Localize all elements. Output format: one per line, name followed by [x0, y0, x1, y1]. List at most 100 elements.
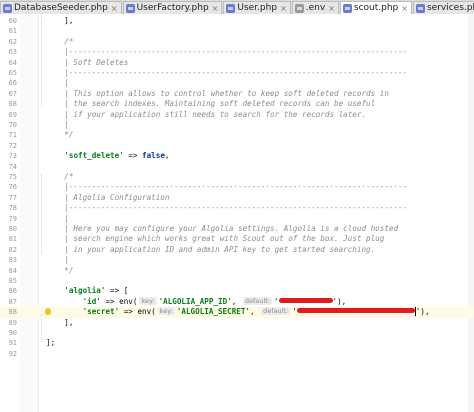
code-line[interactable]: 63 |------------------------------------… — [0, 47, 474, 57]
code-line[interactable]: 89 ], — [0, 318, 474, 328]
indent-guide — [41, 314, 42, 342]
code-token: | This option allows to control whether … — [46, 88, 389, 98]
code-token: ], — [46, 16, 74, 25]
parameter-hint: default: — [261, 307, 291, 316]
line-number: 61 — [8, 27, 17, 36]
code-token: |---------------------------------------… — [46, 182, 408, 192]
line-number: 76 — [8, 183, 17, 192]
tab-databaseseeder-php[interactable]: DatabaseSeeder.php × — [0, 1, 122, 14]
code-token: => [ — [105, 286, 129, 296]
code-line[interactable]: 65 |------------------------------------… — [0, 68, 474, 78]
code-line[interactable]: 64 | Soft Deletes — [0, 58, 474, 68]
line-number: 90 — [8, 329, 17, 337]
code-text: | This option allows to control whether … — [46, 89, 389, 99]
code-token: | in your application ID and admin API k… — [46, 244, 376, 254]
code-line[interactable]: 77 | Algolia Configuration — [0, 193, 474, 203]
code-line[interactable]: 61 — [0, 26, 474, 36]
code-token: | Algolia Configuration — [46, 192, 170, 202]
close-tab-icon[interactable]: × — [111, 4, 118, 13]
code-text: ], — [46, 16, 73, 26]
code-line[interactable]: 75 /* — [0, 172, 474, 182]
code-text: | Here you may configure your Algolia se… — [46, 224, 398, 234]
line-number: 88 — [8, 308, 17, 317]
code-token: | Soft Deletes — [46, 57, 129, 67]
code-token: '), — [332, 296, 347, 306]
php-class-icon — [125, 3, 135, 13]
line-number: 84 — [8, 266, 17, 275]
close-tab-icon[interactable]: × — [212, 4, 219, 13]
code-line[interactable]: 73 'soft_delete' => false, — [0, 151, 474, 161]
tab-user-php[interactable]: User.php × — [223, 1, 291, 14]
code-token: 'ALGOLIA_SECRET' — [176, 307, 250, 317]
tab-userfactory-php[interactable]: UserFactory.php × — [122, 1, 223, 14]
close-tab-icon[interactable]: × — [280, 4, 287, 13]
code-line[interactable]: 81 | search engine which works great wit… — [0, 234, 474, 244]
line-number: 79 — [8, 214, 17, 223]
line-number: 85 — [8, 277, 17, 285]
tab-label: scout.php — [353, 3, 399, 13]
redacted-value — [278, 297, 333, 303]
code-line[interactable]: 70 | — [0, 120, 474, 130]
code-line[interactable]: 67 | This option allows to control wheth… — [0, 89, 474, 99]
code-line[interactable]: 87 'id' => env(key: 'ALGOLIA_APP_ID', def… — [0, 296, 474, 307]
close-tab-icon[interactable]: × — [328, 4, 335, 13]
code-token: | — [46, 78, 69, 88]
code-line[interactable]: 66 | — [0, 78, 474, 88]
line-number: 83 — [8, 256, 17, 265]
redacted-value — [296, 308, 415, 314]
code-token: |---------------------------------------… — [46, 203, 408, 213]
line-number: 64 — [8, 58, 17, 67]
code-text: */ — [46, 130, 73, 140]
code-line[interactable]: 80 | Here you may configure your Algolia… — [0, 224, 474, 234]
code-line[interactable]: 60 ], — [0, 16, 474, 26]
code-line[interactable]: 86 'algolia' => [ — [0, 286, 474, 296]
code-text: 'id' => env(key: 'ALGOLIA_APP_ID', defaul… — [46, 296, 347, 307]
close-tab-icon[interactable]: × — [401, 4, 408, 13]
code-line[interactable]: 78 |------------------------------------… — [0, 203, 474, 213]
code-line[interactable]: 69 | if your application still needs to … — [0, 110, 474, 120]
tab-env[interactable]: .env × — [291, 1, 339, 14]
code-token: |---------------------------------------… — [46, 68, 408, 77]
tab-services-php[interactable]: services.php× — [412, 1, 474, 14]
code-line[interactable]: 84 */ — [0, 266, 474, 276]
code-text: /* — [46, 172, 73, 182]
code-line[interactable]: 85 — [0, 276, 474, 286]
php-class-icon — [3, 3, 12, 13]
line-number: 92 — [8, 349, 17, 358]
code-line[interactable]: 71 */ — [0, 130, 474, 140]
tab-scout-php[interactable]: scout.php × — [339, 1, 412, 14]
code-text: /* — [46, 37, 73, 47]
code-line[interactable]: 76 |------------------------------------… — [0, 182, 474, 192]
code-line[interactable]: 72 — [0, 141, 474, 151]
line-number: 65 — [8, 69, 17, 77]
code-line[interactable]: 68 | the search indexes. Maintaining sof… — [0, 99, 474, 109]
code-text: | if your application still needs to sea… — [46, 110, 366, 120]
code-line[interactable]: 82 | in your application ID and admin AP… — [0, 245, 474, 255]
code-token: | Here you may configure your Algolia se… — [46, 224, 399, 233]
editor-tab-bar: DatabaseSeeder.php × UserFactory.php × User.… — [0, 0, 474, 15]
php-class-icon — [226, 3, 236, 13]
code-text: | in your application ID and admin API k… — [46, 245, 375, 255]
code-text: |---------------------------------------… — [46, 47, 407, 57]
code-editor[interactable]: 60 ], 61 62 /* 63 |------------------------… — [0, 14, 474, 412]
line-number: 71 — [8, 131, 17, 140]
code-line[interactable]: 79 | — [0, 214, 474, 224]
code-token: | search engine which works great with S… — [46, 234, 385, 244]
code-line[interactable]: 83 | — [0, 255, 474, 265]
line-number: 81 — [8, 235, 17, 244]
code-token: */ — [46, 265, 74, 275]
code-line[interactable]: 91]; — [0, 338, 474, 348]
code-line[interactable]: 88 'secret' => env(key: 'ALGOLIA_SECRET',… — [0, 307, 474, 318]
code-line[interactable]: 74 — [0, 162, 474, 172]
tab-label: DatabaseSeeder.php — [14, 3, 108, 13]
code-token: |---------------------------------------… — [46, 47, 408, 57]
line-number: 75 — [8, 173, 17, 181]
code-line[interactable]: 90 — [0, 328, 474, 338]
code-line[interactable]: 92 — [0, 349, 474, 359]
code-text: | — [46, 214, 69, 224]
code-line[interactable]: 62 /* — [0, 37, 474, 47]
line-number: 77 — [8, 193, 17, 202]
